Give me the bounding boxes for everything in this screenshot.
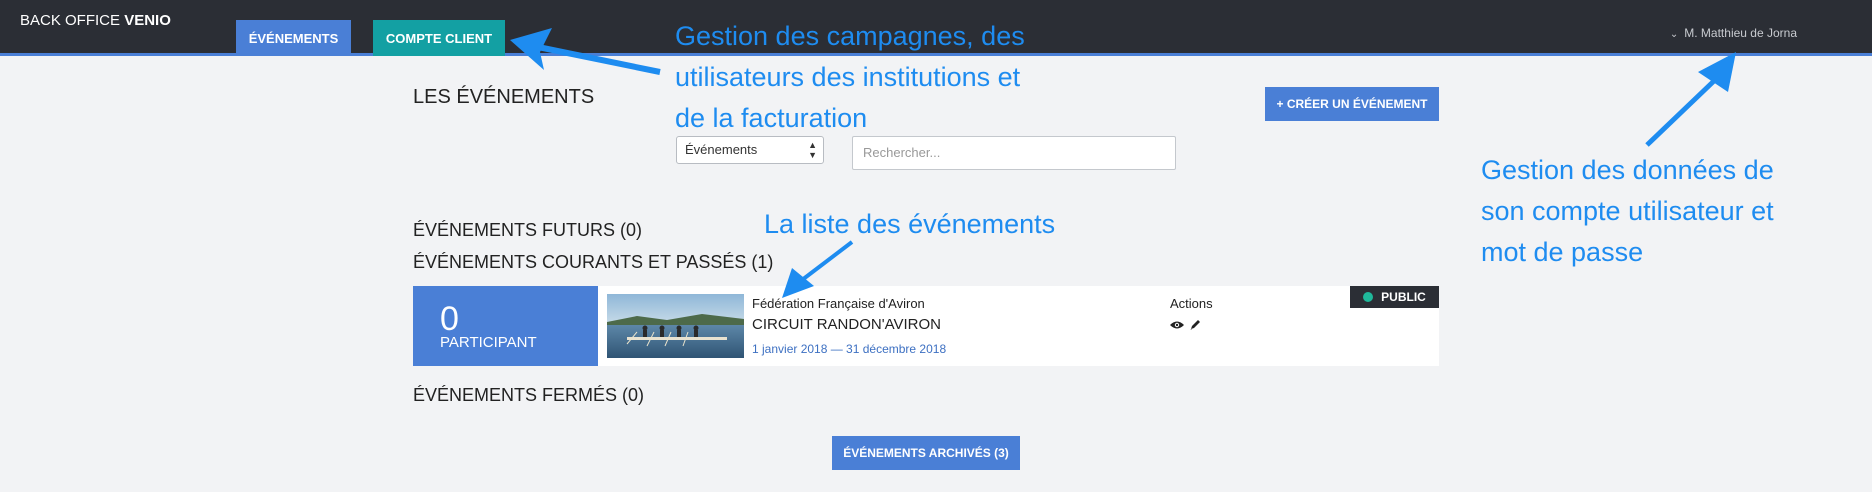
create-event-button[interactable]: + CRÉER UN ÉVÉNEMENT <box>1265 87 1439 121</box>
status-badge-label: PUBLIC <box>1381 290 1426 304</box>
event-card[interactable]: 0 PARTICIPANT Fédération Française d'Avi… <box>413 286 1439 366</box>
participant-label: PARTICIPANT <box>440 334 537 351</box>
event-dates: 1 janvier 2018 — 31 décembre 2018 <box>752 342 947 356</box>
annotation-event-list: La liste des événements <box>764 209 1056 239</box>
page-title: LES ÉVÉNEMENTS <box>413 86 595 108</box>
event-organizer: Fédération Française d'Aviron <box>752 296 925 311</box>
select-arrows-icon: ▲ ▼ <box>808 140 817 160</box>
arrow-to-user-menu <box>1645 78 1717 147</box>
participant-count-box: 0 PARTICIPANT <box>413 286 598 366</box>
search-input[interactable]: Rechercher... <box>852 136 1176 170</box>
pencil-icon[interactable] <box>1189 318 1203 330</box>
current-events-heading: ÉVÉNEMENTS COURANTS ET PASSÉS (1) <box>413 252 774 272</box>
brand-bold-text: VENIO <box>124 12 171 29</box>
closed-events-heading: ÉVÉNEMENTS FERMÉS (0) <box>413 385 645 405</box>
status-dot-icon <box>1363 292 1374 302</box>
nav-events-tab[interactable]: ÉVÉNEMENTS <box>236 20 351 56</box>
annotation-campaigns: Gestion des campagnes, des utilisateurs … <box>675 21 1025 133</box>
actions-label: Actions <box>1170 296 1213 311</box>
archived-events-button[interactable]: ÉVÉNEMENTS ARCHIVÉS (3) <box>832 436 1020 470</box>
future-events-heading: ÉVÉNEMENTS FUTURS (0) <box>413 220 643 240</box>
nav-client-account-tab[interactable]: COMPTE CLIENT <box>373 20 505 56</box>
event-type-select-value: Événements <box>685 142 758 157</box>
event-type-select[interactable]: Événements ▲ ▼ <box>676 136 824 164</box>
eye-icon[interactable] <box>1170 318 1184 330</box>
brand-light-text: BACK OFFICE <box>20 12 121 29</box>
event-thumbnail[interactable] <box>607 294 744 358</box>
brand-logo[interactable]: BACK OFFICE VENIO <box>20 12 171 29</box>
arrow-to-event-card <box>800 240 854 282</box>
chevron-down-icon: ⌄ <box>1669 29 1679 40</box>
user-name: M. Matthieu de Jorna <box>1684 26 1797 40</box>
annotation-account: Gestion des données de son compte utilis… <box>1481 155 1774 267</box>
status-badge: PUBLIC <box>1350 286 1439 308</box>
user-menu[interactable]: ⌄ M. Matthieu de Jorna <box>1670 26 1797 40</box>
event-name[interactable]: CIRCUIT RANDON'AVIRON <box>752 316 941 333</box>
